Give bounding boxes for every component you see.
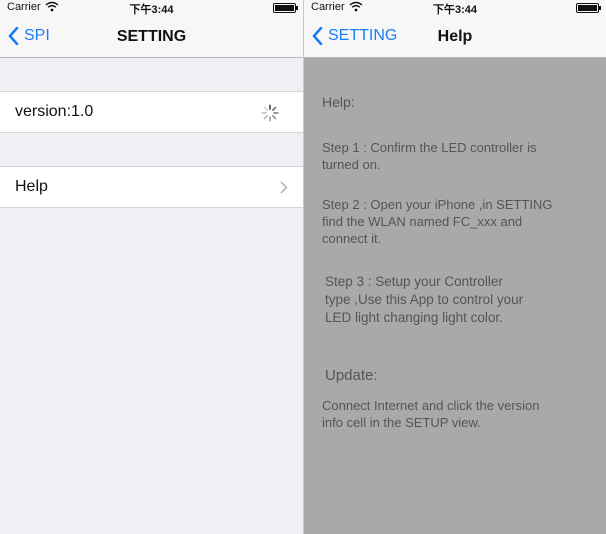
step3-line: Step 3 : Setup your Controller <box>325 274 503 289</box>
version-label: version:1.0 <box>15 103 94 120</box>
step1-text: Step 1 : Confirm the LED controller is t… <box>322 139 537 173</box>
step2-line: find the WLAN named FC_xxx and <box>322 214 523 229</box>
step2-line: Step 2 : Open your iPhone ,in SETTING <box>322 197 553 212</box>
spinner-icon <box>261 104 279 122</box>
step2-line: connect it. <box>322 231 382 246</box>
chevron-right-icon <box>280 181 288 194</box>
status-bar: Carrier 下午3:44 <box>304 0 606 16</box>
navigation-bar: SPI SETTING <box>0 16 303 58</box>
step2-text: Step 2 : Open your iPhone ,in SETTING fi… <box>322 196 553 247</box>
status-time: 下午3:44 <box>129 4 174 16</box>
help-label: Help <box>15 178 48 195</box>
status-time: 下午3:44 <box>432 4 478 16</box>
update-text: Connect Internet and click the version i… <box>322 397 540 431</box>
step3-line: LED light changing light color. <box>325 310 503 325</box>
page-title: SETTING <box>116 28 187 45</box>
step1-line: Step 1 : Confirm the LED controller is <box>322 140 537 155</box>
help-cell[interactable]: Help <box>0 166 303 208</box>
update-line: Connect Internet and click the version <box>322 398 540 413</box>
version-cell[interactable]: version:1.0 <box>0 91 303 133</box>
help-screen: Carrier 下午3:44 SETTING Help Help: Step 1… <box>304 0 606 534</box>
page-title: Help <box>437 28 473 45</box>
status-bar: Carrier 下午3:44 <box>0 0 303 16</box>
step3-line: type ,Use this App to control your <box>325 292 524 307</box>
setting-screen: Carrier 下午3:44 SPI SETTING version:1.0 H… <box>0 0 304 534</box>
step1-line: turned on. <box>322 157 381 172</box>
step3-text: Step 3 : Setup your Controller type ,Use… <box>325 273 523 327</box>
update-heading: Update: <box>325 367 378 384</box>
battery-icon <box>273 3 298 13</box>
navigation-bar: SETTING Help <box>304 16 606 58</box>
battery-icon <box>576 3 601 13</box>
update-line: info cell in the SETUP view. <box>322 415 481 430</box>
help-heading: Help: <box>322 94 355 110</box>
